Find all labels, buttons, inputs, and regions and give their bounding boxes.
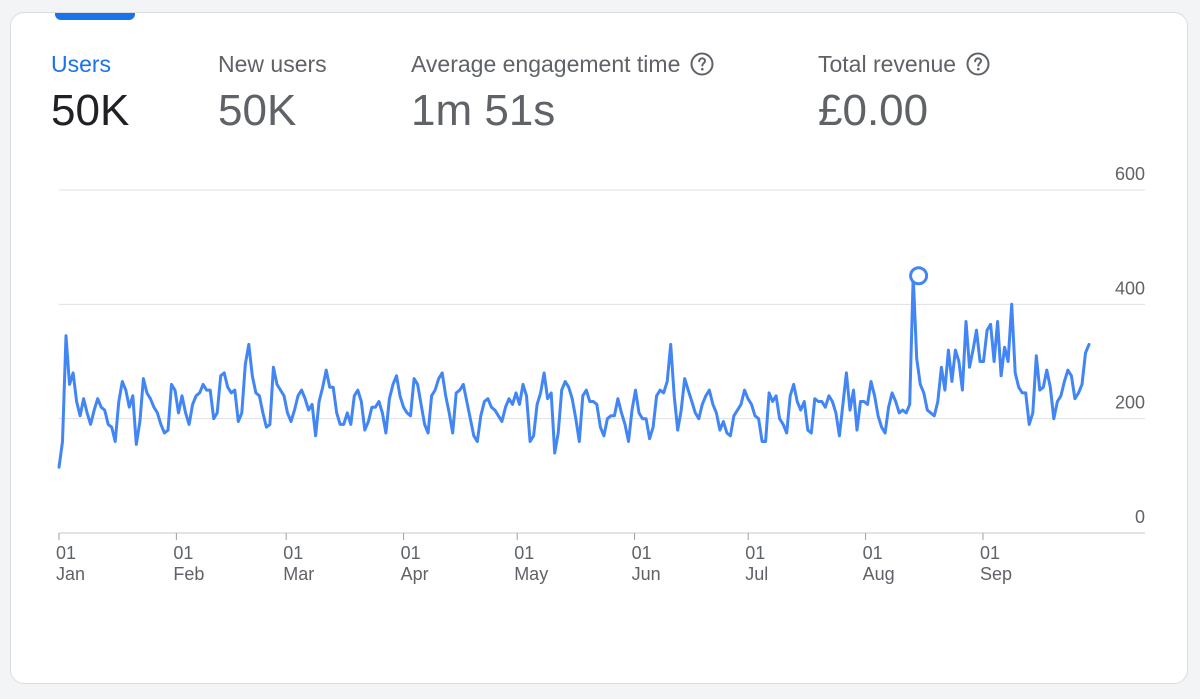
- x-tick-day: 01: [980, 543, 1000, 563]
- x-tick-month: Mar: [283, 564, 314, 584]
- x-tick-month: May: [514, 564, 548, 584]
- x-tick-month: Jun: [632, 564, 661, 584]
- y-tick-label: 0: [1135, 507, 1145, 527]
- x-tick-month: Feb: [173, 564, 204, 584]
- x-tick-day: 01: [745, 543, 765, 563]
- x-tick-day: 01: [632, 543, 652, 563]
- x-tick-day: 01: [173, 543, 193, 563]
- x-tick-day: 01: [514, 543, 534, 563]
- y-tick-label: 600: [1115, 164, 1145, 184]
- x-tick-month: Jul: [745, 564, 768, 584]
- x-tick-day: 01: [56, 543, 76, 563]
- x-tick-month: Aug: [863, 564, 895, 584]
- x-tick-day: 01: [283, 543, 303, 563]
- x-tick-day: 01: [863, 543, 883, 563]
- x-tick-month: Apr: [401, 564, 429, 584]
- x-tick-month: Jan: [56, 564, 85, 584]
- users-line-chart: 600400200001Jan01Feb01Mar01Apr01May01Jun…: [56, 164, 1145, 584]
- y-tick-label: 400: [1115, 278, 1145, 298]
- highlight-point: [909, 266, 929, 286]
- y-tick-label: 200: [1115, 393, 1145, 413]
- analytics-card: Users 50K New users 50K Average engageme…: [10, 12, 1188, 684]
- x-tick-day: 01: [401, 543, 421, 563]
- x-tick-month: Sep: [980, 564, 1012, 584]
